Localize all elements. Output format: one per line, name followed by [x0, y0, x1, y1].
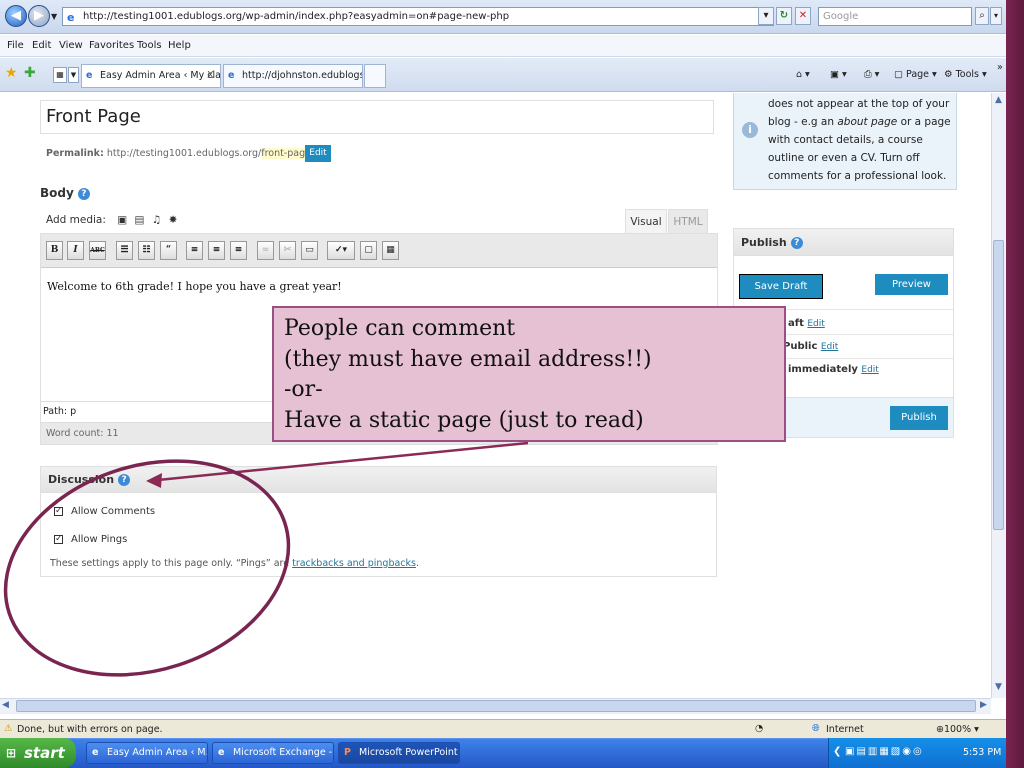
- system-tray: ❮ ▣▤▥▦▧◉◎ 5:53 PM: [828, 738, 1006, 768]
- vertical-scroll-thumb[interactable]: [993, 240, 1004, 530]
- zoom-level: 100%: [943, 724, 972, 735]
- zoom-control[interactable]: ⊕100% ▾: [936, 724, 979, 735]
- zoom-icon: ⊕: [936, 724, 944, 735]
- scroll-up-icon[interactable]: ▲: [992, 95, 1005, 109]
- task-label: Microsoft Exchange - ...: [233, 747, 334, 758]
- taskbar-item-exchange[interactable]: e Microsoft Exchange - ...: [212, 742, 334, 764]
- status-text: Done, but with errors on page.: [17, 724, 163, 735]
- security-icon: ◔: [755, 723, 764, 734]
- zone-label: Internet: [826, 724, 864, 735]
- annotation-arrow-line: [157, 441, 529, 482]
- taskbar-item-powerpoint[interactable]: P Microsoft PowerPoint ...: [338, 742, 460, 764]
- taskbar-item-ie[interactable]: e Easy Admin Area ‹ M...: [86, 742, 208, 764]
- status-bar: ⚠ Done, but with errors on page. ◔ 🌐︎ In…: [0, 719, 1006, 738]
- ie-icon: e: [92, 747, 99, 758]
- start-button[interactable]: ⊞ start: [0, 738, 76, 768]
- tray-icons[interactable]: ▣▤▥▦▧◉◎: [845, 746, 924, 757]
- task-label: Easy Admin Area ‹ M...: [107, 747, 208, 758]
- tray-expand-icon[interactable]: ❮: [833, 746, 841, 757]
- scroll-left-icon[interactable]: ◀: [2, 700, 9, 710]
- internet-zone-icon: 🌐︎: [812, 723, 820, 734]
- clock[interactable]: 5:53 PM: [963, 747, 1001, 758]
- annotation-arrowhead: [146, 473, 162, 488]
- task-label: Microsoft PowerPoint ...: [359, 747, 460, 758]
- scroll-right-icon[interactable]: ▶: [980, 700, 987, 710]
- start-label: start: [24, 744, 65, 762]
- slide-border: [1006, 0, 1024, 768]
- ie-icon: e: [218, 747, 225, 758]
- scroll-down-icon[interactable]: ▼: [992, 682, 1005, 696]
- warning-icon[interactable]: ⚠: [4, 723, 13, 734]
- horizontal-scroll-thumb[interactable]: [16, 700, 976, 712]
- powerpoint-icon: P: [344, 747, 351, 758]
- annotation-overlay: [3, 441, 529, 677]
- windows-logo-icon: ⊞: [6, 746, 17, 760]
